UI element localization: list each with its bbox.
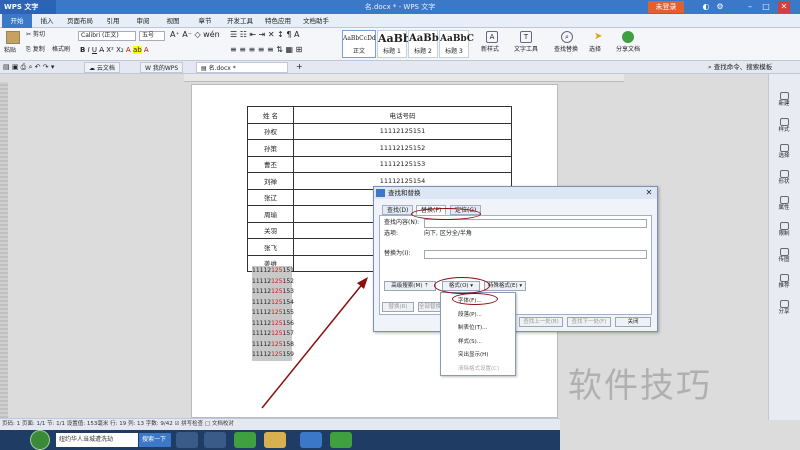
taskbar-folder-icon[interactable] <box>264 432 286 448</box>
start-button-icon[interactable] <box>30 430 50 450</box>
taskbar-search-input[interactable]: 纽约华人当城遭洗劫 <box>56 433 138 447</box>
taskbar-search-button[interactable]: 搜索一下 <box>139 433 171 447</box>
taskbar-ie-icon[interactable] <box>176 432 198 448</box>
status-bar: 页码: 1 页面: 1/1 节: 1/1 设置值: 153毫米 行: 19 列:… <box>0 418 560 430</box>
taskbar-wps-sheet-icon[interactable] <box>330 432 352 448</box>
watermark: 软件技巧 <box>568 366 712 406</box>
taskbar-chrome-icon[interactable] <box>204 432 226 448</box>
taskbar-wps-writer-icon[interactable] <box>300 432 322 448</box>
taskbar-app-icon[interactable] <box>234 432 256 448</box>
